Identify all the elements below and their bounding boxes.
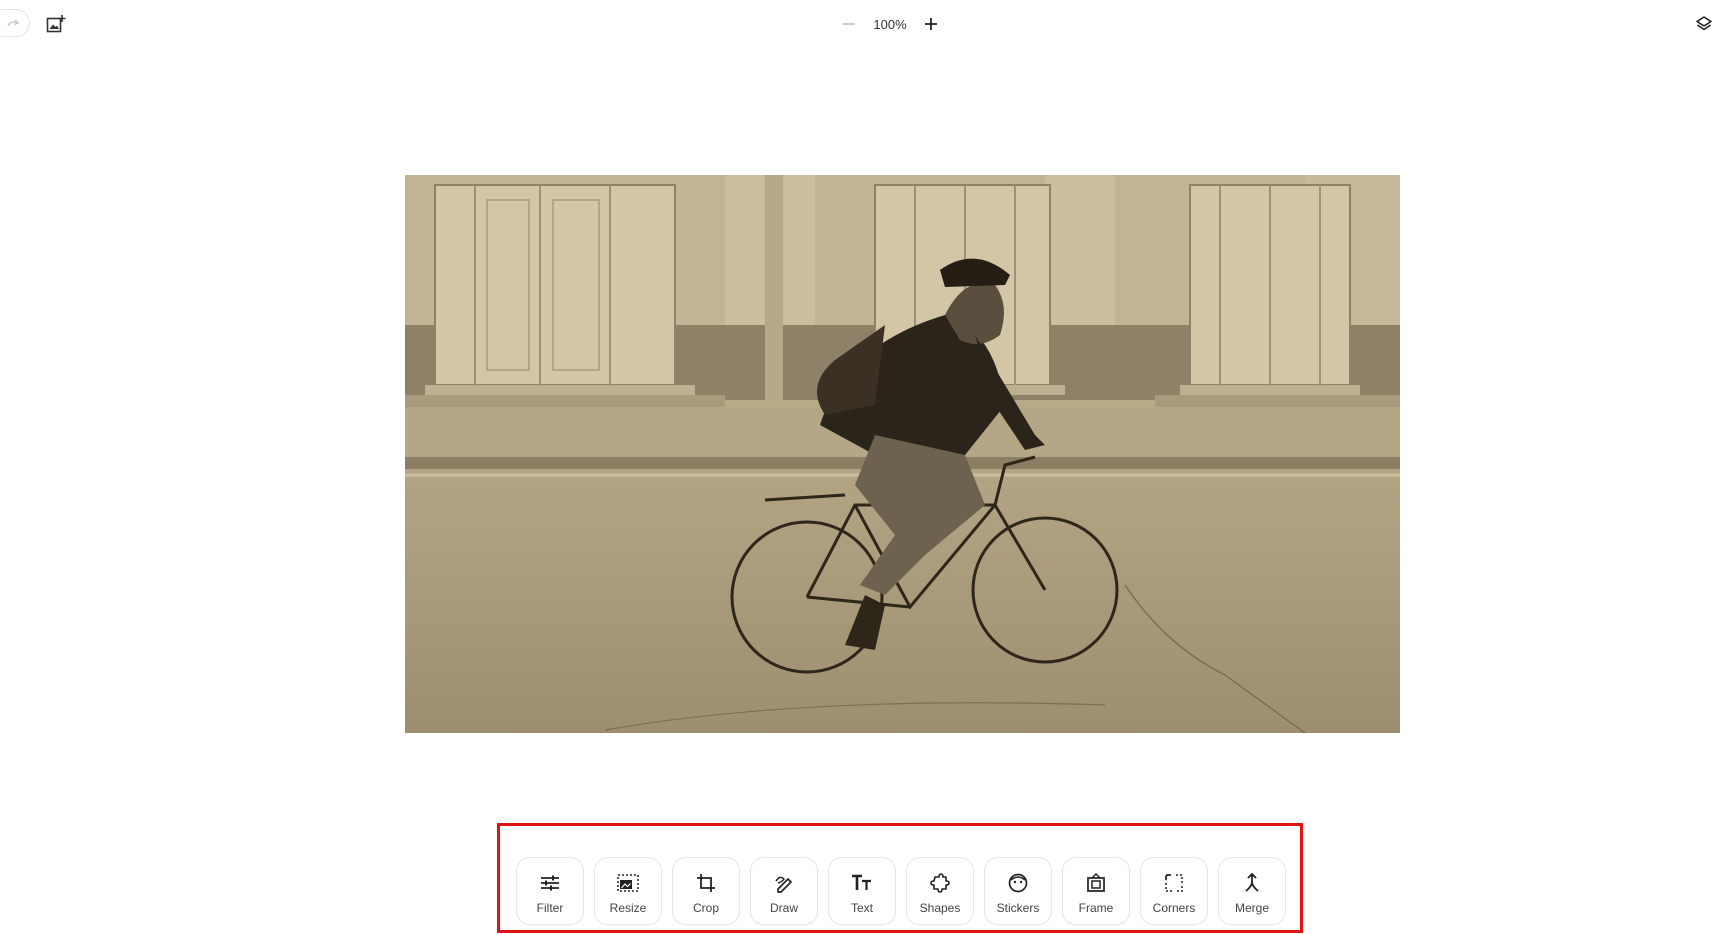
tool-merge[interactable]: Merge [1218,857,1286,925]
door-left [434,184,676,386]
tool-draw-label: Draw [769,901,798,915]
redo-button[interactable] [0,9,30,37]
resize-icon [617,874,639,892]
plus-icon [925,18,937,30]
zoom-control: 100% [838,12,942,36]
text-icon [852,874,871,890]
layers-icon [1696,16,1712,31]
tool-filter[interactable]: Filter [516,857,584,925]
shapes-icon [930,873,950,893]
tool-frame[interactable]: Frame [1062,857,1130,925]
tool-corners-label: Corners [1152,901,1196,915]
tool-shapes-label: Shapes [919,901,961,915]
door-right [1189,184,1351,386]
tool-text[interactable]: Text [828,857,896,925]
tool-corners[interactable]: Corners [1140,857,1208,925]
tool-crop[interactable]: Crop [672,857,740,925]
tool-draw[interactable]: Draw [750,857,818,925]
zoom-out-button[interactable] [838,13,860,35]
add-image-button[interactable] [44,12,68,36]
merge-icon [1245,873,1259,892]
corners-icon [1165,874,1183,892]
add-image-icon [46,15,66,33]
layers-button[interactable] [1692,12,1716,36]
tool-resize[interactable]: Resize [594,857,662,925]
canvas-photo [405,175,1400,733]
tool-filter-label: Filter [536,901,564,915]
sticker-icon [1008,873,1028,893]
tool-shapes[interactable]: Shapes [906,857,974,925]
tool-crop-label: Crop [692,901,719,915]
tool-merge-label: Merge [1234,901,1269,915]
zoom-level: 100% [873,16,907,32]
image-canvas[interactable] [405,175,1400,733]
tool-toolbar: Filter Resize Crop Draw Text Shapes Stic… [516,857,1286,925]
draw-icon [775,876,792,893]
tool-text-label: Text [850,901,873,915]
editor-page: 100% Filter Resize Crop Draw Text Shapes… [0,0,1730,935]
tool-stickers[interactable]: Stickers [984,857,1052,925]
minus-icon [843,23,855,25]
sliders-icon [541,875,559,891]
tool-frame-label: Frame [1078,901,1114,915]
frame-icon [1087,873,1105,892]
redo-icon [7,19,20,27]
crop-icon [697,874,715,892]
zoom-in-button[interactable] [920,13,942,35]
tool-stickers-label: Stickers [996,901,1040,915]
tool-resize-label: Resize [609,901,647,915]
